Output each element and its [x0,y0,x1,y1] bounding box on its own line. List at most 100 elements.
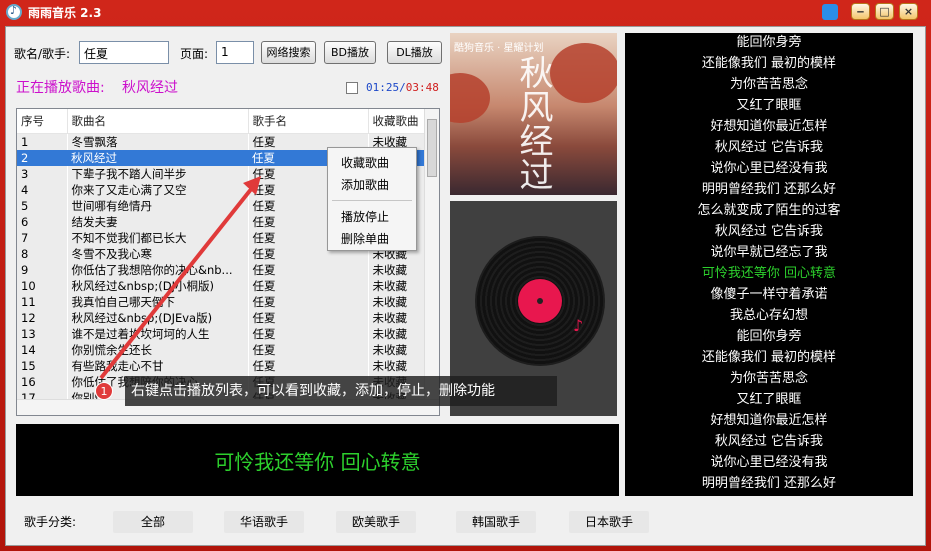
page-label: 页面: [180,47,209,61]
current-lyric-bar: 可怜我还等你 回心转意 [16,424,619,496]
row-song: 你别慌余生还长 [67,341,249,358]
vertical-scrollbar[interactable] [424,109,439,399]
menu-item-collect[interactable]: 收藏歌曲 [341,154,389,171]
category-japanese[interactable]: 日本歌手 [569,511,649,533]
lyric-line: 为你苦苦思念 [729,371,808,386]
skin-shirt-icon[interactable] [822,4,838,20]
dl-play-button[interactable]: DL播放 [387,41,442,64]
row-song: 世间哪有绝情丹 [67,197,249,214]
lyric-line: 还能像我们 最初的模样 [701,56,837,71]
bd-play-button[interactable]: BD播放 [324,41,376,64]
row-index: 7 [17,229,68,246]
row-index: 13 [17,325,68,342]
row-favorite: 未收藏 [368,309,428,326]
checkbox[interactable] [346,82,358,94]
song-artist-label: 歌名/歌手: [14,47,71,61]
lyric-line: 怎么就变成了陌生的过客 [697,203,841,218]
time-separator: / [399,81,406,94]
cover-tree [450,73,490,123]
row-index: 14 [17,341,68,358]
row-artist: 任夏 [248,261,369,278]
category-korean[interactable]: 韩国歌手 [456,511,536,533]
scrollbar-thumb[interactable] [427,119,437,177]
menu-separator [332,200,412,201]
now-playing-song: 秋风经过 [122,80,178,96]
table-row[interactable]: 12 秋风经过&nbsp;(DJEva版) 任夏 未收藏 [17,309,428,326]
menu-item-delete[interactable]: 删除单曲 [341,230,389,247]
col-index-header[interactable]: 序号 [17,109,68,134]
row-song: 秋风经过 [67,149,248,166]
playback-time: 01:25/03:48 [366,81,439,94]
row-song: 结发夫妻 [67,213,249,230]
app-music-icon [6,4,22,20]
row-song: 冬雪不及我心寒 [67,245,249,262]
context-menu: 收藏歌曲 添加歌曲 播放停止 删除单曲 [327,147,417,251]
minimize-button[interactable]: ‒ [851,3,870,20]
category-chinese[interactable]: 华语歌手 [224,511,304,533]
close-button[interactable]: × [899,3,918,20]
page-input[interactable]: 1 [216,41,254,64]
row-favorite: 未收藏 [368,357,428,374]
row-song: 有些路我走心不甘 [67,357,249,374]
search-input[interactable]: 任夏 [79,41,169,64]
tutorial-caption: 右键点击播放列表，可以看到收藏，添加，停止，删除功能 [125,376,557,406]
row-song: 谁不是过着坎坎坷坷的人生 [67,325,249,342]
category-western[interactable]: 欧美歌手 [336,511,416,533]
net-search-button[interactable]: 网络搜索 [261,41,316,64]
lyrics-panel[interactable]: 能回你身旁 还能像我们 最初的模样 为你苦苦思念 又红了眼眶 好想知道你最近怎样 秋风经过… [625,33,913,496]
lyric-line: 又红了眼眶 [736,392,802,407]
row-index: 3 [17,165,68,182]
current-lyric: 可怜我还等你 回心转意 [214,450,421,474]
menu-item-stop[interactable]: 播放停止 [341,208,389,225]
row-artist: 任夏 [248,325,369,342]
tutorial-step-badge: 1 [95,382,113,400]
table-row[interactable]: 13 谁不是过着坎坎坷坷的人生 任夏 未收藏 [17,325,428,342]
app-window: 雨雨音乐 2.3 ‒ □ × 歌名/歌手: 任夏 页面: 1 网络搜索 BD播放… [0,0,931,551]
lyric-line: 能回你身旁 [736,329,802,344]
row-index: 4 [17,181,68,198]
lyric-line: 还能像我们 最初的模样 [701,350,837,365]
menu-item-add[interactable]: 添加歌曲 [341,176,389,193]
lyric-line: 又红了眼眶 [736,98,802,113]
elapsed-time: 01:25 [366,81,400,94]
row-index: 2 [17,149,67,166]
table-row[interactable]: 10 秋风经过&nbsp;(DJ小桐版) 任夏 未收藏 [17,277,428,294]
row-index: 16 [17,373,68,390]
row-favorite: 未收藏 [368,325,428,342]
row-song: 不知不觉我们都已长大 [67,229,249,246]
maximize-button[interactable]: □ [875,3,894,20]
row-index: 8 [17,245,68,262]
lyric-line: 我总心存幻想 [729,308,808,323]
cover-brand: 酷狗音乐 · 星耀计划 [454,43,544,54]
row-song: 你低估了我想陪你的决心&nb... [67,261,249,278]
cover-tree [550,43,617,103]
vinyl-record-icon: ♪ [475,236,605,366]
row-favorite: 未收藏 [368,277,428,294]
table-row[interactable]: 14 你别慌余生还长 任夏 未收藏 [17,341,428,358]
row-artist: 任夏 [248,357,369,374]
lyric-line: 说你早就已经忘了我 [710,245,828,260]
main-panel: 歌名/歌手: 任夏 页面: 1 网络搜索 BD播放 DL播放 正在播放歌曲: 秋… [5,26,926,546]
table-row[interactable]: 15 有些路我走心不甘 任夏 未收藏 [17,357,428,374]
row-favorite: 未收藏 [368,341,428,358]
col-artist-header[interactable]: 歌手名 [248,109,369,134]
row-artist: 任夏 [248,309,369,326]
lyric-line: 好想知道你最近怎样 [710,413,828,428]
row-favorite: 未收藏 [368,293,428,310]
table-row[interactable]: 11 我真怕自己哪天倒下 任夏 未收藏 [17,293,428,310]
lyric-line: 秋风经过 它告诉我 [714,140,824,155]
row-index: 9 [17,261,68,278]
row-song: 冬雪飘落 [67,133,249,150]
lyric-line: 秋风经过 它告诉我 [714,224,824,239]
table-row[interactable]: 9 你低估了我想陪你的决心&nb... 任夏 未收藏 [17,261,428,278]
lyric-line: 明明曾经我们 还那么好 [701,182,837,197]
row-index: 11 [17,293,68,310]
row-song: 下辈子我不踏人间半步 [67,165,249,182]
title-bar[interactable]: 雨雨音乐 2.3 ‒ □ × [0,0,931,24]
lyric-line: 可怜我还等你 回心转意 [701,266,837,281]
category-all[interactable]: 全部 [113,511,193,533]
music-note-icon: ♪ [573,316,584,335]
col-song-header[interactable]: 歌曲名 [67,109,249,134]
col-favorite-header[interactable]: 收藏歌曲 [368,109,428,134]
category-label: 歌手分类: [24,515,77,529]
